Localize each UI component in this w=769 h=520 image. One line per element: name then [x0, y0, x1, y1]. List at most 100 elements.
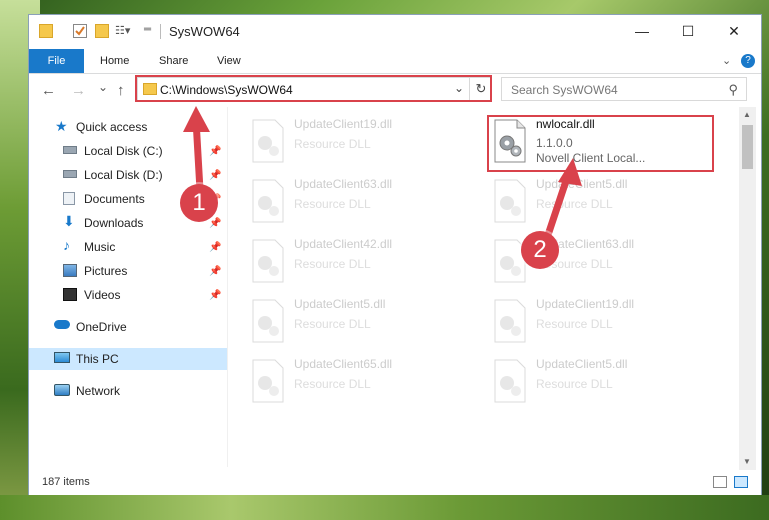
close-button[interactable]: ✕ [711, 15, 757, 47]
properties-icon[interactable] [73, 24, 87, 38]
window-title: SysWOW64 [169, 24, 240, 39]
sidebar-item-label: Network [76, 384, 121, 398]
sidebar-item-videos[interactable]: Videos 📌 [29, 284, 227, 306]
callout-1-badge: 1 [180, 184, 218, 222]
sidebar-item-label: Local Disk (D:) [84, 168, 163, 182]
star-icon: ★ [55, 118, 68, 134]
file-item[interactable]: UpdateClient19.dll Resource DLL [491, 297, 711, 349]
help-icon[interactable]: ? [741, 54, 755, 68]
file-item[interactable]: UpdateClient5.dll Resource DLL [249, 297, 469, 349]
back-button[interactable]: ← [41, 82, 56, 99]
address-highlight-box [135, 75, 492, 102]
sidebar-item-label: Documents [84, 192, 145, 206]
file-type: Resource DLL [294, 257, 371, 271]
minimize-button[interactable]: — [619, 15, 665, 47]
file-item[interactable]: UpdateClient65.dll Resource DLL [249, 357, 469, 409]
details-view-icon[interactable] [713, 476, 727, 488]
file-type: Resource DLL [536, 197, 613, 211]
pane-divider [227, 107, 228, 467]
file-type: Resource DLL [294, 197, 371, 211]
file-highlight-box [487, 115, 714, 172]
sidebar-item-label: Downloads [84, 216, 144, 230]
download-icon: ⬇ [63, 213, 75, 229]
callout-2-badge: 2 [521, 231, 559, 269]
sidebar-item-label: Quick access [76, 120, 148, 134]
file-name: UpdateClient5.dll [294, 297, 386, 311]
pictures-icon [63, 264, 77, 277]
network-icon [54, 384, 70, 396]
file-type: Resource DLL [294, 137, 371, 151]
vertical-scrollbar[interactable]: ▲ ▼ [739, 107, 756, 470]
search-icon: ⚲ [728, 82, 738, 97]
customize-toolbar-icon[interactable]: ☷▾ [115, 24, 139, 38]
scroll-thumb[interactable] [742, 125, 753, 169]
maximize-button[interactable]: ☐ [665, 15, 711, 47]
ribbon-tabs: File Home Share View ⌄ ? [29, 49, 761, 74]
computer-icon [54, 352, 70, 363]
tab-share[interactable]: Share [159, 49, 188, 73]
tab-file[interactable]: File [29, 49, 84, 73]
dll-file-icon [252, 299, 284, 343]
file-name: UpdateClient19.dll [536, 297, 635, 311]
file-type: Resource DLL [536, 317, 613, 331]
desktop-background-bottom [0, 495, 769, 520]
file-name: UpdateClient42.dll [294, 237, 393, 251]
file-item[interactable]: UpdateClient63.dll Resource DLL [249, 177, 469, 229]
recent-locations-button[interactable]: ⌄ [98, 80, 108, 94]
dll-file-icon [252, 179, 284, 223]
sidebar-item-music[interactable]: ♪ Music 📌 [29, 236, 227, 258]
item-count: 187 items [42, 476, 90, 488]
drive-icon [63, 146, 77, 154]
sidebar-item-label: Local Disk (C:) [84, 144, 163, 158]
scroll-down-icon[interactable]: ▼ [743, 457, 751, 466]
sidebar-item-label: Videos [84, 288, 121, 302]
close-icon: ✕ [728, 22, 740, 39]
music-icon: ♪ [63, 237, 70, 253]
quick-access-dropdown-icon[interactable]: ═ [144, 24, 158, 38]
dll-file-icon [494, 299, 526, 343]
scroll-up-icon[interactable]: ▲ [743, 110, 751, 119]
sidebar-item-local-disk-d[interactable]: Local Disk (D:) 📌 [29, 164, 227, 186]
large-icons-view-icon[interactable] [734, 476, 748, 488]
sidebar-item-onedrive[interactable]: OneDrive [29, 316, 227, 338]
sidebar-item-label: This PC [76, 352, 119, 366]
tab-home[interactable]: Home [100, 49, 129, 73]
pin-icon: 📌 [209, 289, 222, 301]
dll-file-icon [494, 179, 526, 223]
search-placeholder: Search SysWOW64 [511, 83, 618, 97]
file-type: Resource DLL [536, 377, 613, 391]
title-separator [160, 24, 161, 39]
sidebar-item-quick-access[interactable]: ★ Quick access [29, 116, 227, 138]
sidebar-item-this-pc[interactable]: This PC [29, 348, 227, 370]
file-name: UpdateClient5.dll [536, 177, 628, 191]
sidebar-item-network[interactable]: Network [29, 380, 227, 402]
file-item[interactable]: UpdateClient5.dll Resource DLL [491, 357, 711, 409]
maximize-icon: ☐ [681, 22, 695, 39]
file-item[interactable]: UpdateClient19.dll Resource DLL [249, 117, 469, 169]
dll-file-icon [494, 359, 526, 403]
dll-file-icon [252, 359, 284, 403]
file-item[interactable]: UpdateClient42.dll Resource DLL [249, 237, 469, 289]
drive-icon [63, 170, 77, 178]
new-folder-icon[interactable] [95, 24, 109, 38]
folder-icon [39, 24, 53, 38]
up-button[interactable]: ↑ [117, 82, 125, 99]
sidebar-item-local-disk-c[interactable]: Local Disk (C:) 📌 [29, 140, 227, 162]
file-name: UpdateClient19.dll [294, 117, 393, 131]
pin-icon: 📌 [209, 241, 222, 253]
minimize-icon: — [635, 23, 649, 39]
forward-button[interactable]: → [71, 82, 86, 99]
navigation-pane: ★ Quick access Local Disk (C:) 📌 Local D… [29, 107, 227, 467]
explorer-window: ☷▾ ═ SysWOW64 — ☐ ✕ File Home Share View… [28, 14, 762, 495]
pin-icon: 📌 [209, 265, 222, 277]
search-input[interactable]: Search SysWOW64 ⚲ [501, 77, 747, 101]
pin-icon: 📌 [209, 217, 222, 229]
chevron-down-icon[interactable]: ⌄ [722, 54, 731, 67]
dll-file-icon [252, 239, 284, 283]
cloud-icon [54, 320, 70, 329]
file-type: Resource DLL [294, 377, 371, 391]
file-item[interactable]: UpdateClient5.dll Resource DLL [491, 177, 711, 229]
tab-view[interactable]: View [217, 49, 241, 73]
file-type: Resource DLL [294, 317, 371, 331]
sidebar-item-pictures[interactable]: Pictures 📌 [29, 260, 227, 282]
